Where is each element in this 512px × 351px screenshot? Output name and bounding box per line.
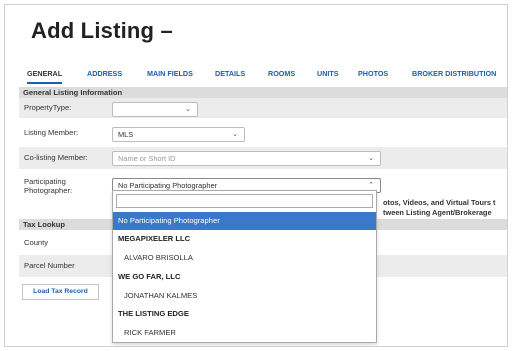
dropdown-option-no-photographer[interactable]: No Participating Photographer (113, 212, 376, 230)
tab-address[interactable]: ADDRESS (87, 69, 122, 78)
dropdown-group-megapixeler: MEGAPIXELER LLC (118, 234, 191, 243)
tab-details[interactable]: DETAILS (215, 69, 245, 78)
dropdown-group-we-go-far: WE GO FAR, LLC (118, 272, 181, 281)
dropdown-option-rick-farmer[interactable]: RICK FARMER (113, 324, 376, 342)
tab-units[interactable]: UNITS (317, 69, 339, 78)
county-label: County (24, 238, 49, 247)
co-listing-member-select[interactable]: Name or Short ID ⌄ (112, 151, 381, 166)
tab-broker-distribution[interactable]: BROKER DISTRIBUTION (412, 69, 496, 78)
load-tax-record-button[interactable]: Load Tax Record (22, 284, 99, 300)
dropdown-group-the-listing-edge: THE LISTING EDGE (118, 309, 189, 318)
property-type-label: PropertyType: (24, 103, 72, 112)
tab-general[interactable]: GENERAL (27, 69, 63, 84)
chevron-down-icon: ⌄ (368, 155, 374, 162)
page-title: Add Listing – (31, 18, 173, 43)
listing-member-row: Listing Member: (19, 122, 507, 142)
photographer-label-line-1: Participating (24, 177, 66, 186)
dropdown-search-input[interactable] (116, 194, 373, 208)
chevron-down-icon: ⌄ (232, 131, 238, 138)
section-general-listing-information: General Listing Information (19, 87, 507, 98)
tab-rooms[interactable]: ROOMS (268, 69, 295, 78)
co-listing-member-label: Co-listing Member: (24, 153, 88, 162)
dropdown-option-jonathan-kalmes[interactable]: JONATHAN KALMES (113, 287, 376, 305)
tab-photos[interactable]: PHOTOS (358, 69, 388, 78)
dropdown-option-alvaro-brisolla[interactable]: ALVARO BRISOLLA (113, 249, 376, 267)
property-type-row: PropertyType: (19, 98, 507, 118)
photographer-label-line-2: Photographer: (24, 186, 73, 195)
listing-agent-clipped-text: tween Listing Agent/Brokerage (383, 208, 492, 217)
photos-videos-clipped-text: otos, Videos, and Virtual Tours t (383, 198, 496, 207)
listing-member-select[interactable]: MLS ⌄ (112, 127, 245, 142)
chevron-down-icon: ⌄ (185, 106, 191, 113)
add-listing-page: Add Listing – GENERAL ADDRESS MAIN FIELD… (4, 4, 508, 347)
parcel-number-label: Parcel Number (24, 261, 75, 270)
property-type-select[interactable]: ⌄ (112, 102, 198, 117)
tab-main-fields[interactable]: MAIN FIELDS (147, 69, 193, 78)
listing-member-label: Listing Member: (24, 128, 79, 137)
photographer-dropdown-list: No Participating Photographer MEGAPIXELE… (112, 190, 377, 343)
tab-bar: GENERAL ADDRESS MAIN FIELDS DETAILS ROOM… (27, 69, 507, 84)
